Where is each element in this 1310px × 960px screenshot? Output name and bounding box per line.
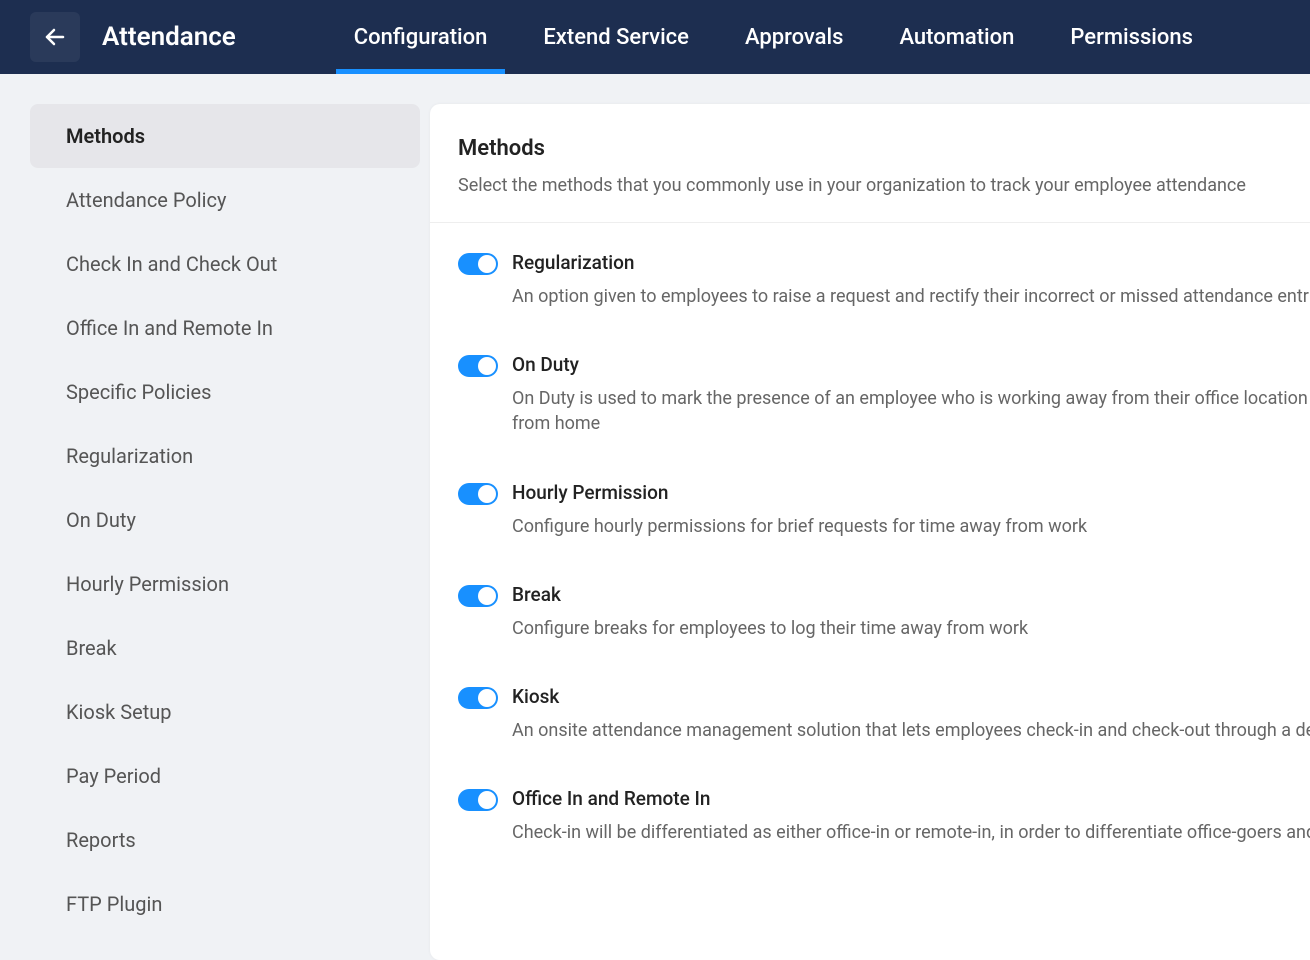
method-hourly-permission: Hourly Permission Configure hourly permi…: [430, 459, 1310, 561]
sidebar-item-hourly-permission[interactable]: Hourly Permission: [30, 552, 420, 616]
sidebar: Methods Attendance Policy Check In and C…: [30, 104, 430, 960]
tab-label: Permissions: [1070, 25, 1193, 50]
sidebar-item-label: Specific Policies: [66, 380, 211, 404]
method-desc: An onsite attendance management solution…: [512, 718, 1310, 743]
sidebar-item-label: Regularization: [66, 444, 193, 468]
method-break: Break Configure breaks for employees to …: [430, 561, 1310, 663]
sidebar-item-office-remote-in[interactable]: Office In and Remote In: [30, 296, 420, 360]
method-regularization: Regularization An option given to employ…: [430, 229, 1310, 331]
method-office-remote-in: Office In and Remote In Check-in will be…: [430, 765, 1310, 867]
method-title: Hourly Permission: [512, 481, 1310, 504]
toggle-on-duty[interactable]: [458, 355, 498, 377]
method-text: Kiosk An onsite attendance management so…: [512, 685, 1310, 743]
method-text: Office In and Remote In Check-in will be…: [512, 787, 1310, 845]
toggle-hourly-permission[interactable]: [458, 483, 498, 505]
header-bar: Attendance Configuration Extend Service …: [0, 0, 1310, 74]
sidebar-item-regularization[interactable]: Regularization: [30, 424, 420, 488]
toggle-office-remote-in[interactable]: [458, 789, 498, 811]
method-text: Hourly Permission Configure hourly permi…: [512, 481, 1310, 539]
method-title: Kiosk: [512, 685, 1310, 708]
tab-label: Approvals: [745, 25, 844, 50]
sidebar-item-methods[interactable]: Methods: [30, 104, 420, 168]
tab-automation[interactable]: Automation: [871, 0, 1042, 74]
tab-configuration[interactable]: Configuration: [326, 0, 516, 74]
sidebar-item-break[interactable]: Break: [30, 616, 420, 680]
sidebar-item-label: Break: [66, 636, 117, 660]
sidebar-item-pay-period[interactable]: Pay Period: [30, 744, 420, 808]
method-title: Regularization: [512, 251, 1310, 274]
tab-label: Extend Service: [543, 25, 689, 50]
sidebar-item-label: Kiosk Setup: [66, 700, 172, 724]
tab-label: Configuration: [354, 25, 488, 50]
content-header: Methods Select the methods that you comm…: [430, 136, 1310, 223]
method-desc-line2: from home: [512, 411, 1310, 436]
tab-permissions[interactable]: Permissions: [1042, 0, 1221, 74]
method-on-duty: On Duty On Duty is used to mark the pres…: [430, 331, 1310, 458]
sidebar-item-label: Attendance Policy: [66, 188, 226, 212]
sidebar-item-on-duty[interactable]: On Duty: [30, 488, 420, 552]
content-subtitle: Select the methods that you commonly use…: [458, 175, 1310, 196]
body: Methods Attendance Policy Check In and C…: [0, 74, 1310, 960]
sidebar-item-check-in-out[interactable]: Check In and Check Out: [30, 232, 420, 296]
method-desc: Configure hourly permissions for brief r…: [512, 514, 1310, 539]
method-desc: An option given to employees to raise a …: [512, 284, 1310, 309]
arrow-left-icon: [43, 25, 67, 49]
method-text: Break Configure breaks for employees to …: [512, 583, 1310, 641]
sidebar-item-label: Pay Period: [66, 764, 161, 788]
tab-label: Automation: [899, 25, 1014, 50]
sidebar-item-reports[interactable]: Reports: [30, 808, 420, 872]
method-desc: Check-in will be differentiated as eithe…: [512, 820, 1310, 845]
method-text: On Duty On Duty is used to mark the pres…: [512, 353, 1310, 436]
sidebar-item-label: Hourly Permission: [66, 572, 229, 596]
back-button[interactable]: [30, 12, 80, 62]
sidebar-item-ftp-plugin[interactable]: FTP Plugin: [30, 872, 420, 936]
method-desc: Configure breaks for employees to log th…: [512, 616, 1310, 641]
sidebar-item-label: Methods: [66, 124, 145, 148]
tabs: Configuration Extend Service Approvals A…: [326, 0, 1221, 74]
sidebar-item-attendance-policy[interactable]: Attendance Policy: [30, 168, 420, 232]
toggle-regularization[interactable]: [458, 253, 498, 275]
tab-extend-service[interactable]: Extend Service: [515, 0, 717, 74]
method-title: Break: [512, 583, 1310, 606]
method-title: Office In and Remote In: [512, 787, 1310, 810]
sidebar-item-label: FTP Plugin: [66, 892, 162, 916]
method-kiosk: Kiosk An onsite attendance management so…: [430, 663, 1310, 765]
sidebar-item-specific-policies[interactable]: Specific Policies: [30, 360, 420, 424]
method-title: On Duty: [512, 353, 1310, 376]
page-title: Attendance: [102, 22, 236, 52]
tab-approvals[interactable]: Approvals: [717, 0, 872, 74]
sidebar-item-label: On Duty: [66, 508, 136, 532]
sidebar-item-kiosk-setup[interactable]: Kiosk Setup: [30, 680, 420, 744]
sidebar-item-label: Office In and Remote In: [66, 316, 273, 340]
sidebar-item-label: Check In and Check Out: [66, 252, 277, 276]
method-list: Regularization An option given to employ…: [430, 223, 1310, 867]
toggle-kiosk[interactable]: [458, 687, 498, 709]
method-desc: On Duty is used to mark the presence of …: [512, 386, 1310, 436]
method-text: Regularization An option given to employ…: [512, 251, 1310, 309]
content-panel: Methods Select the methods that you comm…: [430, 104, 1310, 960]
sidebar-item-label: Reports: [66, 828, 136, 852]
content-title: Methods: [458, 136, 1310, 161]
method-desc-line1: On Duty is used to mark the presence of …: [512, 388, 1310, 409]
toggle-break[interactable]: [458, 585, 498, 607]
